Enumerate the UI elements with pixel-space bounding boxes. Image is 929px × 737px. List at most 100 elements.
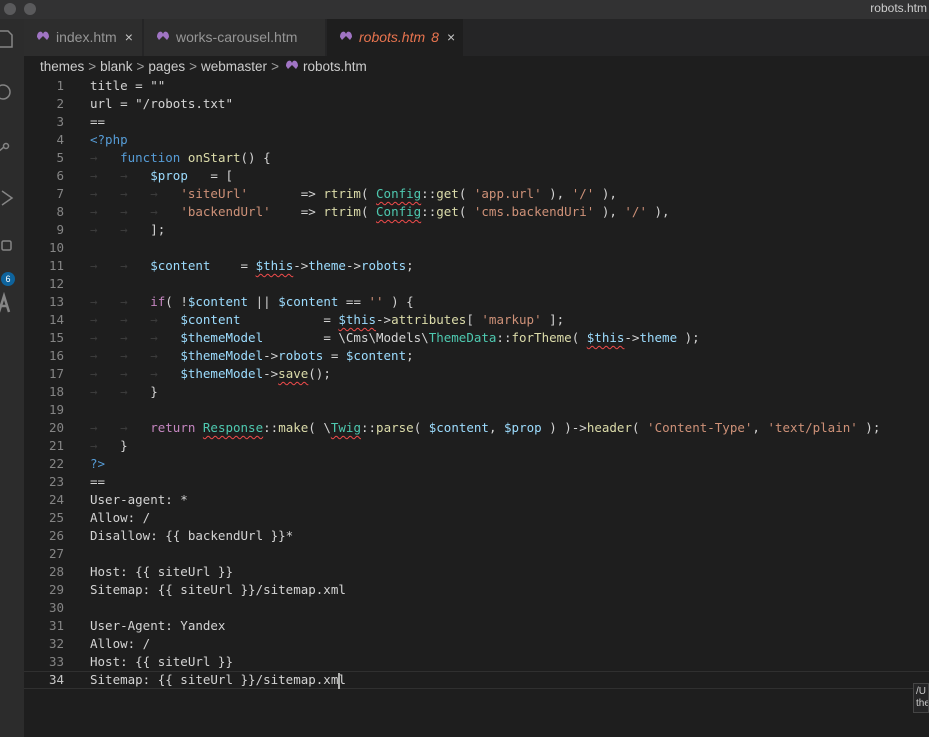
code-line[interactable]: 28 Host: {{ siteUrl }} [24, 563, 929, 581]
code-line[interactable]: 12 [24, 275, 929, 293]
code-token: 'markup' [481, 312, 542, 327]
breadcrumb-separator: > [189, 59, 198, 74]
code-line[interactable]: 26 Disallow: {{ backendUrl }}* [24, 527, 929, 545]
code-token: $content [150, 258, 211, 273]
code-line[interactable]: 17 → → → $themeModel->save(); [24, 365, 929, 383]
code-token: Host: {{ siteUrl }} [90, 564, 233, 579]
breadcrumb-item[interactable]: robots.htm [303, 59, 367, 74]
extensions-icon[interactable] [0, 235, 24, 259]
code-token: , [488, 420, 505, 435]
line-number: 32 [48, 636, 64, 651]
code-line[interactable]: 20 → → return Response::make( \Twig::pars… [24, 419, 929, 437]
line-number: 34 [48, 672, 64, 687]
line-number: 29 [48, 582, 64, 597]
code-line[interactable]: 6 → → $prop = [ [24, 167, 929, 185]
code-token: => [270, 204, 324, 219]
code-line[interactable]: 18 → → } [24, 383, 929, 401]
code-token: $content [180, 312, 241, 327]
run-debug-icon[interactable] [0, 186, 24, 210]
breadcrumb-item[interactable]: pages [148, 59, 185, 74]
code-line[interactable]: 2 url = "/robots.txt" [24, 95, 929, 113]
whitespace-marker: → → → [90, 186, 181, 201]
code-token: ( [458, 186, 474, 201]
code-token: ?> [90, 456, 106, 471]
code-token: theme [308, 258, 346, 273]
code-line[interactable]: 32 Allow: / [24, 635, 929, 653]
code-text: → → $prop = [ [90, 167, 233, 185]
code-line[interactable]: 1 title = "" [24, 77, 929, 95]
tab-label: robots.htm [359, 29, 426, 45]
code-line[interactable]: 22 ?> [24, 455, 929, 473]
code-token: Sitemap: {{ siteUrl }}/sitemap.xml [90, 582, 346, 597]
code-line[interactable]: 4 <?php [24, 131, 929, 149]
code-line[interactable]: 10 [24, 239, 929, 257]
code-line[interactable]: 29 Sitemap: {{ siteUrl }}/sitemap.xml [24, 581, 929, 599]
code-line[interactable]: 5 → function onStart() { [24, 149, 929, 167]
code-token: ) )-> [541, 420, 587, 435]
code-token: Host: {{ siteUrl }} [90, 654, 233, 669]
code-token: ), [541, 186, 572, 201]
code-token: Disallow: {{ backendUrl }}* [90, 528, 294, 543]
text-icon[interactable] [0, 292, 24, 316]
code-line[interactable]: 21 → } [24, 437, 929, 455]
code-line[interactable]: 3 == [24, 113, 929, 131]
breadcrumb-item[interactable]: blank [100, 59, 132, 74]
code-line[interactable]: 34 Sitemap: {{ siteUrl }}/sitemap.xml [24, 671, 929, 689]
line-number: 33 [48, 654, 64, 669]
code-line[interactable]: 14 → → → $content = $this->attributes[ 'm… [24, 311, 929, 329]
source-control-icon[interactable] [0, 134, 24, 158]
activity-bar: 6 [0, 19, 24, 737]
code-token: 'Content-Type' [647, 420, 753, 435]
whitespace-marker: → [90, 150, 121, 165]
window-title: robots.htm [870, 1, 927, 15]
search-icon[interactable] [0, 80, 24, 104]
code-line[interactable]: 15 → → → $themeModel = \Cms\Models\ThemeD… [24, 329, 929, 347]
code-line[interactable]: 27 [24, 545, 929, 563]
code-line[interactable]: 30 [24, 599, 929, 617]
breadcrumb-item[interactable]: themes [40, 59, 84, 74]
code-token: rtrim [323, 204, 361, 219]
code-token: :: [263, 420, 279, 435]
whitespace-marker: → → → [90, 204, 181, 219]
whitespace-marker: → → → [90, 312, 181, 327]
code-line[interactable]: 23 == [24, 473, 929, 491]
breadcrumb: themes > blank > pages > webmaster > robots.htm [40, 57, 367, 77]
code-editor[interactable]: 1 title = "" 2 url = "/robots.txt" 3 == 4 <?php… [24, 77, 929, 737]
code-token: $content [428, 420, 489, 435]
line-number: 22 [48, 456, 64, 471]
code-line[interactable]: 25 Allow: / [24, 509, 929, 527]
code-token: $this [586, 330, 625, 345]
code-token: ( [360, 186, 377, 201]
explorer-icon[interactable] [0, 27, 24, 51]
code-line[interactable]: 7 → → → 'siteUrl' => rtrim( Config::get( … [24, 185, 929, 203]
code-token: ( [458, 204, 474, 219]
code-text: <?php [90, 131, 128, 149]
code-text: Sitemap: {{ siteUrl }}/sitemap.xml [90, 581, 346, 599]
code-token: :: [421, 186, 437, 201]
code-text: Host: {{ siteUrl }} [90, 653, 233, 671]
breadcrumb-item[interactable]: webmaster [201, 59, 267, 74]
code-line[interactable]: 19 [24, 401, 929, 419]
code-token: title = "" [90, 78, 166, 93]
code-line[interactable]: 11 → → $content = $this->theme->robots; [24, 257, 929, 275]
line-number: 6 [56, 168, 64, 183]
line-number: 14 [48, 312, 64, 327]
code-line[interactable]: 8 → → → 'backendUrl' => rtrim( Config::ge… [24, 203, 929, 221]
code-line[interactable]: 24 User-agent: * [24, 491, 929, 509]
tab-robots[interactable]: robots.htm 8 × [327, 19, 464, 56]
code-token: } [150, 384, 158, 399]
code-line[interactable]: 9 → → ]; [24, 221, 929, 239]
code-line[interactable]: 33 Host: {{ siteUrl }} [24, 653, 929, 671]
window-close-dot[interactable] [4, 3, 16, 15]
code-token: ; [406, 348, 414, 363]
tab-index[interactable]: index.htm × [24, 19, 143, 56]
tab-close-icon[interactable]: × [447, 19, 455, 56]
window-minimize-dot[interactable] [24, 3, 36, 15]
code-token: () { [240, 150, 271, 165]
code-line[interactable]: 13 → → if( !$content || $content == '' ) … [24, 293, 929, 311]
code-line[interactable]: 31 User-Agent: Yandex [24, 617, 929, 635]
code-token: ), [594, 186, 617, 201]
tab-works-carousel[interactable]: works-carousel.htm [144, 19, 326, 56]
tab-close-icon[interactable]: × [125, 19, 133, 56]
code-line[interactable]: 16 → → → $themeModel->robots = $content; [24, 347, 929, 365]
